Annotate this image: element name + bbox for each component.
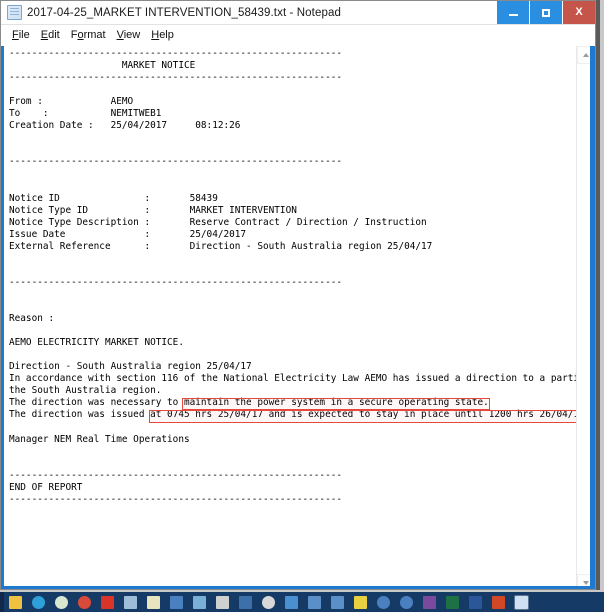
editor2-icon[interactable] xyxy=(331,595,344,609)
chevron-up-icon xyxy=(583,53,589,57)
window-title: 2017-04-25_MARKET INTERVENTION_58439.txt… xyxy=(27,6,341,19)
chart-tool-icon[interactable] xyxy=(170,595,183,609)
firefox-icon[interactable] xyxy=(101,595,114,609)
window-shadow xyxy=(596,0,600,590)
menu-item-view[interactable]: View xyxy=(112,27,147,43)
window-bottom-edge xyxy=(1,586,595,589)
cloud2-icon[interactable] xyxy=(400,595,413,609)
excel-icon[interactable] xyxy=(446,595,459,609)
menu-item-format[interactable]: Format xyxy=(66,27,112,43)
presentation-icon[interactable] xyxy=(239,595,252,609)
chevron-down-icon xyxy=(583,581,589,585)
menu-item-edit[interactable]: Edit xyxy=(36,27,66,43)
desktop-background: 2017-04-25_MARKET INTERVENTION_58439.txt… xyxy=(0,0,604,612)
title-bar-left: 2017-04-25_MARKET INTERVENTION_58439.txt… xyxy=(1,5,496,20)
menu-item-file[interactable]: File xyxy=(7,27,36,43)
notepad-icon xyxy=(7,5,22,20)
notepad-window: 2017-04-25_MARKET INTERVENTION_58439.txt… xyxy=(0,0,596,590)
menu-item-help[interactable]: Help xyxy=(146,27,180,43)
taskbar-icon-strip xyxy=(4,595,533,609)
taskbar xyxy=(0,592,604,612)
text-canvas[interactable]: ----------------------------------------… xyxy=(4,46,576,589)
caption-buttons: X xyxy=(496,1,595,24)
close-button[interactable]: X xyxy=(562,1,595,24)
chrome-icon[interactable] xyxy=(78,595,91,609)
analytics-icon[interactable] xyxy=(193,595,206,609)
editor-icon[interactable] xyxy=(308,595,321,609)
title-bar[interactable]: 2017-04-25_MARKET INTERVENTION_58439.txt… xyxy=(1,1,595,25)
maximize-icon xyxy=(542,8,550,17)
window-app-icon[interactable] xyxy=(124,595,137,609)
cloud-icon[interactable] xyxy=(377,595,390,609)
minimize-icon xyxy=(508,14,518,16)
maximize-button[interactable] xyxy=(529,1,562,24)
image-viewer-icon[interactable] xyxy=(354,595,367,609)
editor-client-area: ----------------------------------------… xyxy=(1,46,595,589)
document-text[interactable]: ----------------------------------------… xyxy=(9,48,576,506)
menu-bar: File Edit Format View Help xyxy=(1,25,595,46)
internet-explorer-icon[interactable] xyxy=(32,595,45,609)
opera-icon[interactable] xyxy=(55,595,68,609)
powerpoint-icon[interactable] xyxy=(492,595,505,609)
onenote-icon[interactable] xyxy=(423,595,436,609)
media-icon[interactable] xyxy=(285,595,298,609)
close-icon: X xyxy=(575,6,583,18)
file-explorer-icon[interactable] xyxy=(9,595,22,609)
word-icon[interactable] xyxy=(469,595,482,609)
headset-icon[interactable] xyxy=(262,595,275,609)
calculator-icon[interactable] xyxy=(216,595,229,609)
minimize-button[interactable] xyxy=(496,1,529,24)
notepad-taskbar-icon[interactable] xyxy=(515,595,528,609)
notes-app-icon[interactable] xyxy=(147,595,160,609)
window-right-edge xyxy=(590,46,595,589)
